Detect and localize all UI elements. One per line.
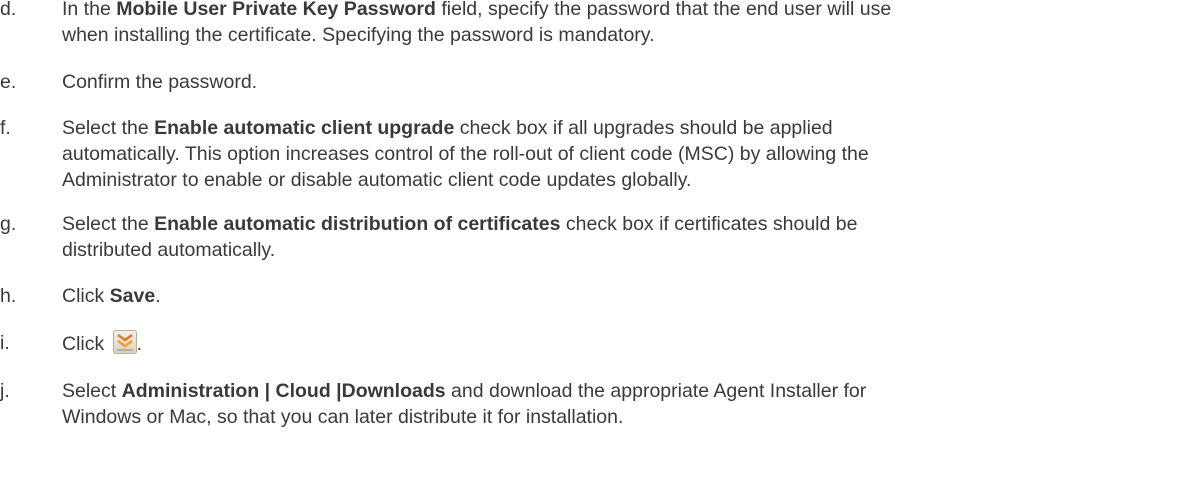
field-name-bold: Mobile User Private Key Password xyxy=(116,0,436,20)
step-text: In the Mobile User Private Key Password … xyxy=(62,0,892,46)
step-text: Confirm the password. xyxy=(62,71,258,93)
collapse-chevrons-icon xyxy=(112,330,137,354)
step-letter: d. xyxy=(0,0,17,20)
option-name-bold: Enable automatic distribution of certifi… xyxy=(154,213,561,235)
step-letter: e. xyxy=(0,71,17,93)
menu-path-bold: Administration | Cloud |Downloads xyxy=(121,380,446,402)
step-text: Select Administration | Cloud |Downloads… xyxy=(62,380,867,428)
option-name-bold: Enable automatic client upgrade xyxy=(154,117,455,139)
step-letter: i. xyxy=(0,332,10,354)
step-text: Click Save. xyxy=(62,285,161,307)
step-letter: h. xyxy=(0,285,17,307)
step-text: Click . xyxy=(62,330,1194,357)
step-letter: f. xyxy=(0,117,11,139)
step-text: Select the Enable automatic client upgra… xyxy=(62,117,869,191)
step-letter: j. xyxy=(0,380,10,402)
step-letter: g. xyxy=(0,213,17,235)
step-text: Select the Enable automatic distribution… xyxy=(62,213,858,261)
save-label-bold: Save xyxy=(109,285,156,307)
